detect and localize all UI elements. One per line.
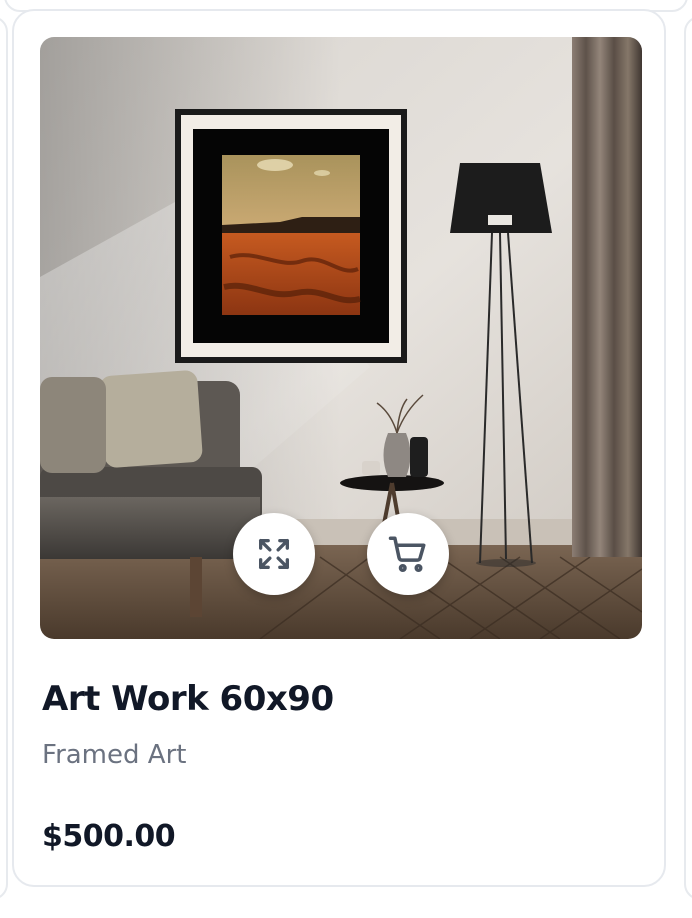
- expand-button[interactable]: [233, 513, 315, 595]
- product-category: Framed Art: [42, 740, 187, 770]
- product-card[interactable]: Art Work 60x90 Framed Art $500.00: [12, 9, 666, 887]
- product-title[interactable]: Art Work 60x90: [42, 679, 334, 719]
- product-image[interactable]: [40, 37, 642, 639]
- shopping-cart-icon: [388, 536, 426, 573]
- expand-icon: [259, 539, 289, 569]
- room-scene-image: [40, 37, 642, 639]
- add-to-cart-button[interactable]: [367, 513, 449, 595]
- adjacent-card-right-edge: [684, 16, 692, 900]
- adjacent-card-left-edge: [0, 16, 8, 900]
- product-grid-view: Art Work 60x90 Framed Art $500.00: [0, 0, 692, 918]
- product-price: $500.00: [42, 819, 176, 854]
